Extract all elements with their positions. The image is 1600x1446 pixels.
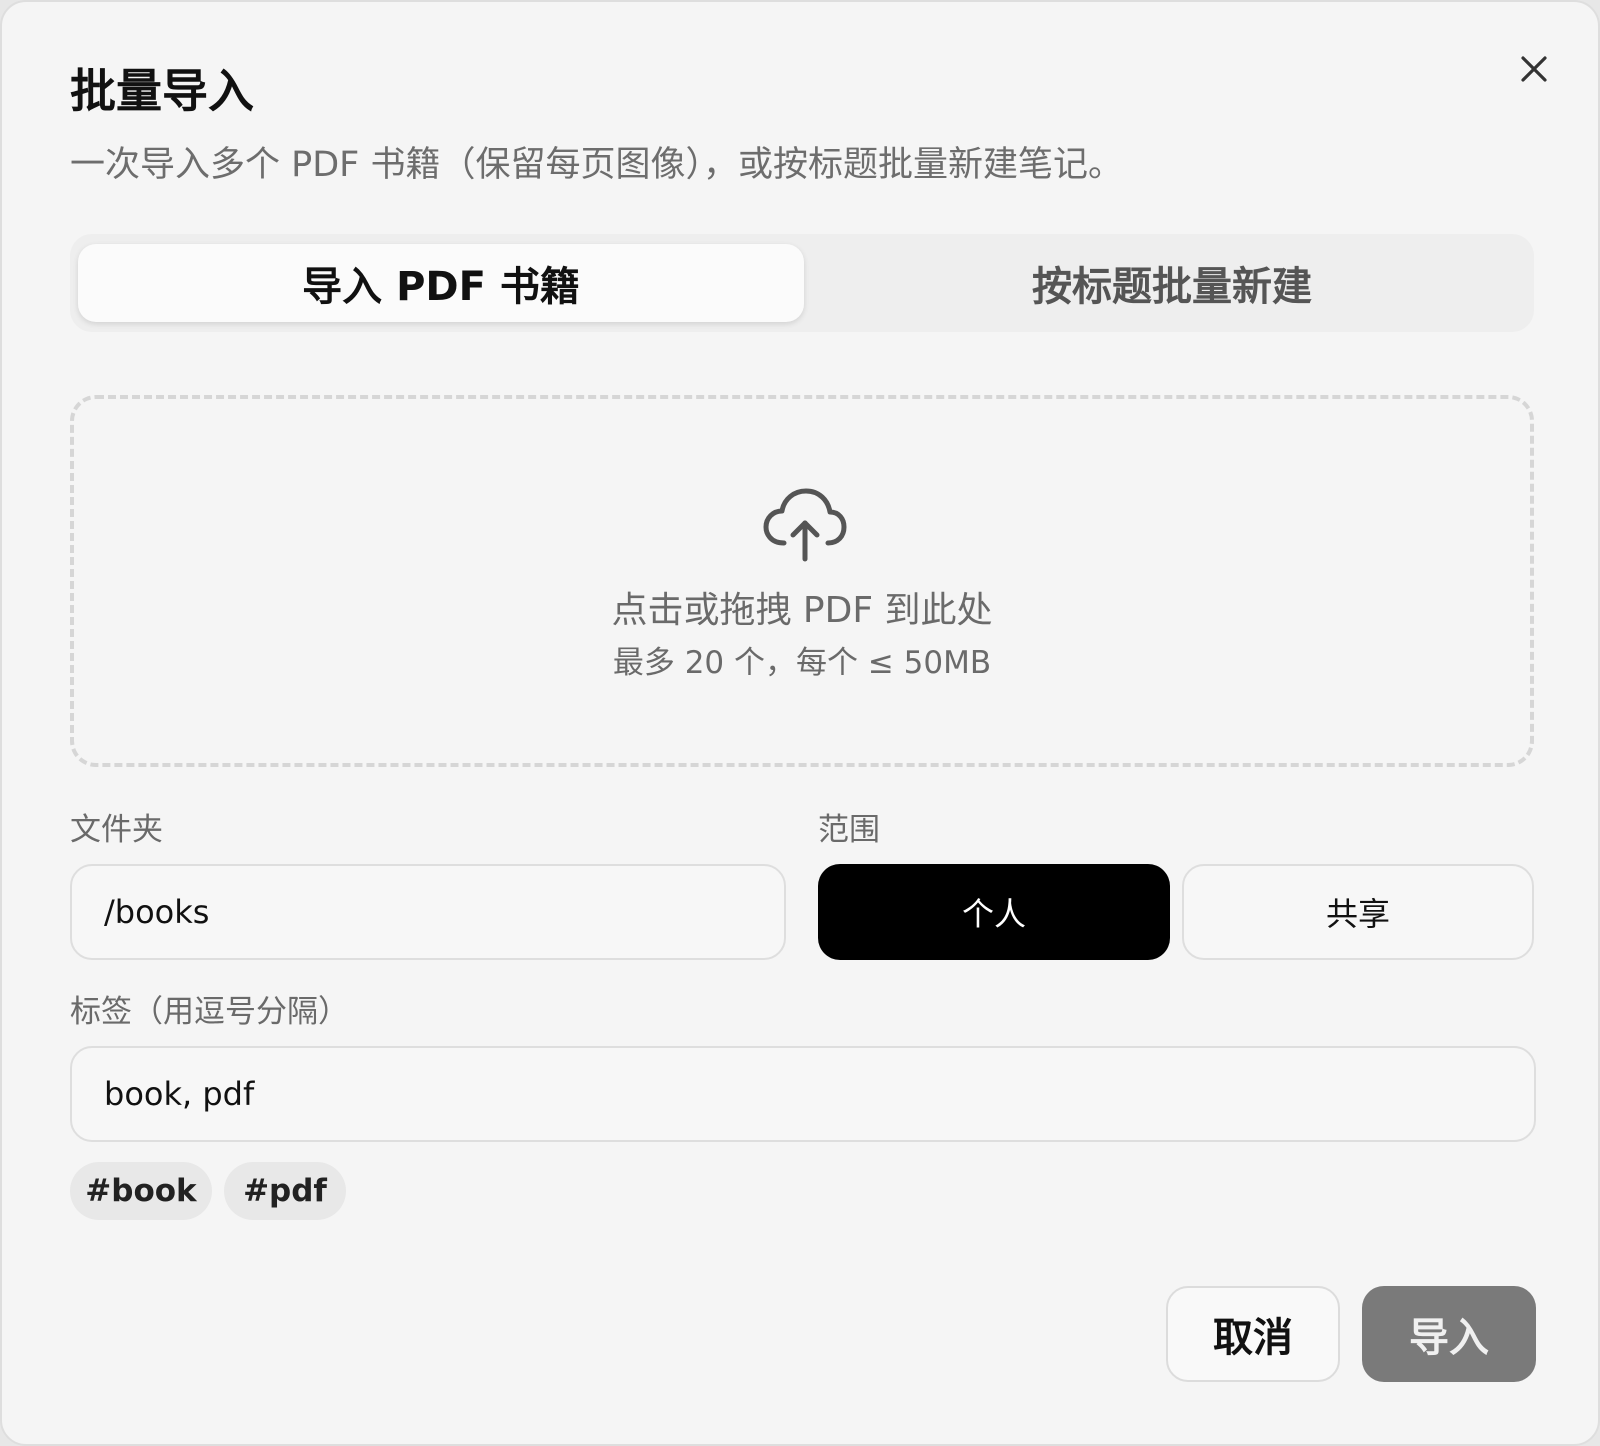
tags-input-value: book, pdf bbox=[104, 1075, 255, 1113]
cloud-upload-icon bbox=[763, 488, 847, 562]
tags-input[interactable]: book, pdf bbox=[70, 1046, 1536, 1142]
scope-option-shared[interactable]: 共享 bbox=[1182, 864, 1534, 960]
tab-batch-create-by-title[interactable]: 按标题批量新建 bbox=[810, 244, 1534, 322]
folder-input[interactable]: /books bbox=[70, 864, 786, 960]
cancel-button[interactable]: 取消 bbox=[1166, 1286, 1340, 1382]
close-button[interactable] bbox=[1512, 47, 1556, 91]
dialog-title: 批量导入 bbox=[70, 64, 254, 118]
scope-label: 范围 bbox=[818, 812, 880, 848]
close-icon bbox=[1521, 56, 1547, 82]
pdf-dropzone[interactable]: 点击或拖拽 PDF 到此处 最多 20 个，每个 ≤ 50MB bbox=[70, 395, 1534, 767]
tag-chip-pdf: #pdf bbox=[224, 1162, 346, 1220]
folder-label: 文件夹 bbox=[70, 812, 163, 848]
folder-input-value: /books bbox=[104, 893, 210, 931]
batch-import-dialog: 批量导入 一次导入多个 PDF 书籍（保留每页图像），或按标题批量新建笔记。 导… bbox=[0, 0, 1600, 1446]
dropzone-main-text: 点击或拖拽 PDF 到此处 bbox=[611, 590, 993, 631]
dropzone-limit-text: 最多 20 个，每个 ≤ 50MB bbox=[612, 645, 992, 681]
mode-tabs: 导入 PDF 书籍 按标题批量新建 bbox=[70, 234, 1534, 332]
import-button[interactable]: 导入 bbox=[1362, 1286, 1536, 1382]
tag-chip-book: #book bbox=[70, 1162, 212, 1220]
tab-import-pdf[interactable]: 导入 PDF 书籍 bbox=[78, 244, 804, 322]
dialog-subtitle: 一次导入多个 PDF 书籍（保留每页图像），或按标题批量新建笔记。 bbox=[70, 145, 1123, 185]
tags-label: 标签（用逗号分隔） bbox=[70, 994, 349, 1030]
scope-option-personal[interactable]: 个人 bbox=[818, 864, 1170, 960]
